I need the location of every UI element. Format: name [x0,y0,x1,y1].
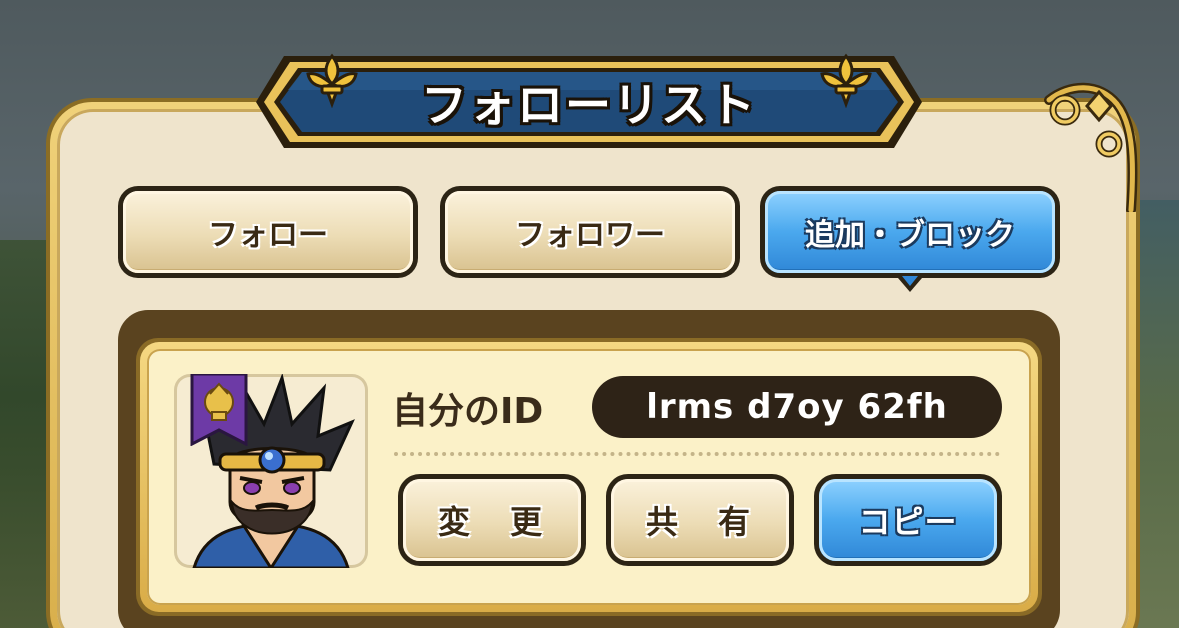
tab-add-block-label: 追加・ブロック [765,191,1055,273]
page-title: フォローリスト [421,78,757,132]
my-id-value: lrms d7oy 62fh [592,376,1002,438]
title-banner: フォローリスト [254,52,924,152]
purple-rank-banner-icon [190,374,248,446]
share-button[interactable]: 共 有 [606,474,794,566]
change-button-label: 変 更 [403,479,581,561]
my-id-label: 自分のID [392,391,544,432]
change-button[interactable]: 変 更 [398,474,586,566]
tab-followers[interactable]: フォロワー [440,186,740,278]
copy-button[interactable]: コピー [814,474,1002,566]
tab-follow[interactable]: フォロー [118,186,418,278]
copy-button-label: コピー [819,479,997,561]
avatar[interactable] [174,374,368,568]
share-button-label: 共 有 [611,479,789,561]
tab-follow-label: フォロー [123,191,413,273]
tab-followers-label: フォロワー [445,191,735,273]
divider [394,452,1000,456]
tab-add-block[interactable]: 追加・ブロック [760,186,1060,292]
